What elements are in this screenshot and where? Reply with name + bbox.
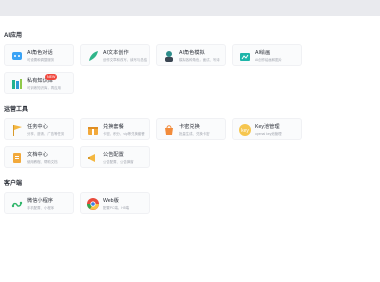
card-title: 文档中心 <box>27 152 48 158</box>
card-task-center[interactable]: 任务中心 分享、邀请、广告等任务 <box>4 118 74 140</box>
card-desc: 公告配置、公告弹窗 <box>103 160 134 164</box>
key-icon: key <box>238 123 252 137</box>
card-ai-painting[interactable]: AI绘画 AI创作绘画和图片 <box>232 44 302 66</box>
card-title: Web版 <box>103 198 119 204</box>
card-desc: 创作文章和改写、续写与总结 <box>103 58 148 62</box>
chrome-icon <box>86 197 100 211</box>
new-badge: NEW <box>45 74 58 80</box>
card-title: 任务中心 <box>27 124 48 130</box>
card-ai-roleplay[interactable]: AI角色模拟 模拟各种角色，面试、写诗 <box>156 44 226 66</box>
card-desc: 分享、邀请、广告等任务 <box>27 132 65 136</box>
card-desc: 卡密、积分、vip等兑换套餐 <box>103 132 145 136</box>
card-title: AI角色对话 <box>27 50 53 56</box>
card-title: 公告配置 <box>103 152 124 158</box>
card-announcement[interactable]: 公告配置 公告配置、公告弹窗 <box>80 146 150 168</box>
robot-chat-icon <box>10 49 24 63</box>
megaphone-icon <box>86 151 100 165</box>
section-title-clients: 客户端 <box>4 181 23 187</box>
gift-bag-icon <box>162 123 176 137</box>
card-title: AI文本创作 <box>103 50 129 56</box>
main-panel: AI应用 AI角色对话 可设置和调整服务 AI文本创作 创作文章和改写、续写与总… <box>0 16 380 282</box>
card-title: 兑换套餐 <box>103 124 124 130</box>
card-desc: AI创作绘画和图片 <box>255 58 282 62</box>
card-title: 卡密兑换 <box>179 124 200 130</box>
section-title-operations: 运营工具 <box>4 107 29 113</box>
flag-icon <box>10 123 24 137</box>
card-card-redeem[interactable]: 卡密兑换 批量生成、兑换卡密 <box>156 118 226 140</box>
card-wechat-mini[interactable]: 微信小程序 手机配置、小程序 <box>4 192 74 214</box>
costume-character-icon <box>162 49 176 63</box>
top-bar <box>0 0 380 16</box>
card-doc-center[interactable]: 文档中心 使用教程、帮助文档 <box>4 146 74 168</box>
card-desc: 模拟各种角色，面试、写诗 <box>179 58 220 62</box>
gift-box-icon <box>86 123 100 137</box>
card-desc: 配置PC端、H5端 <box>103 206 129 210</box>
feather-pen-icon <box>86 49 100 63</box>
card-desc: openai key池管理 <box>255 132 282 136</box>
card-title: AI绘画 <box>255 50 271 56</box>
card-key-pool[interactable]: key Key池管理 openai key池管理 <box>232 118 302 140</box>
card-desc: 可设置和调整服务 <box>27 58 55 62</box>
card-ai-writing[interactable]: AI文本创作 创作文章和改写、续写与总结 <box>80 44 150 66</box>
book-stack-icon <box>10 77 24 91</box>
card-desc: 手机配置、小程序 <box>27 206 55 210</box>
card-title: Key池管理 <box>255 124 280 130</box>
painting-icon <box>238 49 252 63</box>
section-title-ai-apps: AI应用 <box>4 33 23 39</box>
mini-program-icon <box>10 197 24 211</box>
card-ai-chat[interactable]: AI角色对话 可设置和调整服务 <box>4 44 74 66</box>
svg-text:key: key <box>241 128 249 134</box>
card-web[interactable]: Web版 配置PC端、H5端 <box>80 192 150 214</box>
card-desc: 可训练知识库，再应用 <box>27 86 61 90</box>
card-desc: 批量生成、兑换卡密 <box>179 132 210 136</box>
document-icon <box>10 151 24 165</box>
card-desc: 使用教程、帮助文档 <box>27 160 58 164</box>
card-title: 微信小程序 <box>27 198 53 204</box>
card-knowledge-base[interactable]: 私有知识库 NEW 可训练知识库，再应用 <box>4 72 74 94</box>
card-title: AI角色模拟 <box>179 50 205 56</box>
card-redeem-package[interactable]: 兑换套餐 卡密、积分、vip等兑换套餐 <box>80 118 150 140</box>
